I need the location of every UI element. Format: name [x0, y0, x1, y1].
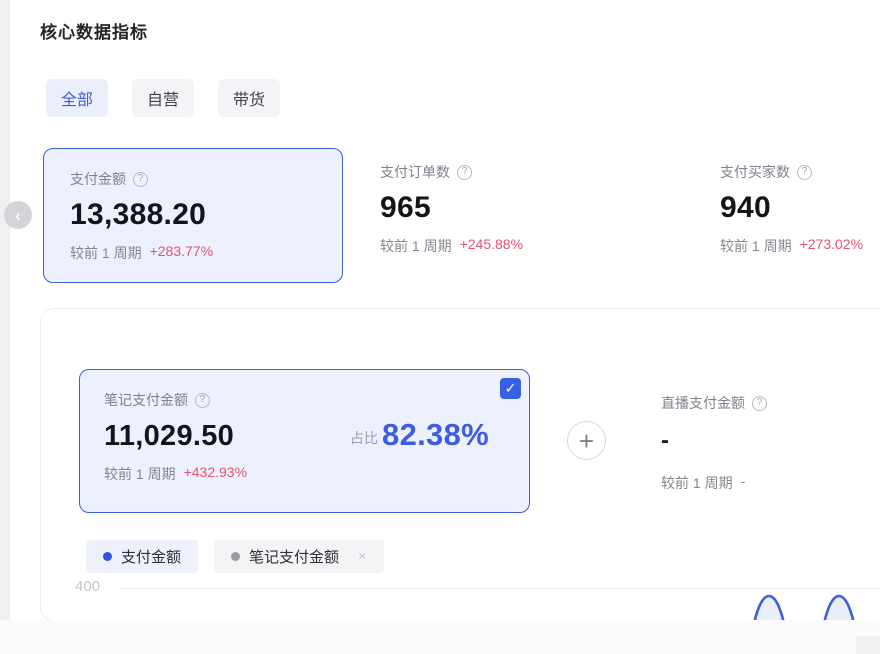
compare-label: 较前 1 周期 — [70, 243, 142, 263]
metric-compare-row: 较前 1 周期 +273.02% — [720, 236, 880, 256]
help-icon[interactable]: ? — [752, 396, 767, 411]
metric-value: 11,029.50 — [104, 420, 234, 453]
compare-label: 较前 1 周期 — [104, 464, 176, 484]
metric-card-note-payment[interactable]: ✓ 笔记支付金额 ? 11,029.50 占比 82.38% 较前 1 周期 +… — [79, 369, 530, 513]
metric-value: 940 — [720, 191, 880, 225]
metric-compare-row: 较前 1 周期 +283.77% — [70, 243, 316, 263]
metric-label: 支付金额 — [70, 169, 126, 189]
metric-label-row: 笔记支付金额 ? — [104, 390, 505, 410]
add-metric-button[interactable]: + — [567, 421, 606, 460]
metric-card-buyer-count[interactable]: 支付买家数 ? 940 较前 1 周期 +273.02% — [720, 162, 880, 256]
legend-chip-note-payment[interactable]: 笔记支付金额 × — [214, 540, 384, 573]
chevron-left-icon: ‹ — [15, 207, 21, 224]
help-icon[interactable]: ? — [457, 165, 472, 180]
compare-label: 较前 1 周期 — [720, 236, 792, 256]
ratio-value: 82.38% — [382, 417, 489, 453]
note-value-row: 11,029.50 占比 82.38% — [104, 417, 505, 453]
compare-label: 较前 1 周期 — [380, 236, 452, 256]
page-background-strip — [0, 0, 10, 620]
ratio-label: 占比 — [350, 428, 378, 453]
legend-label: 笔记支付金额 — [249, 546, 339, 567]
checkbox-checked[interactable]: ✓ — [500, 378, 521, 399]
chart-legend: 支付金额 笔记支付金额 × — [86, 540, 384, 573]
metric-compare-row: 较前 1 周期 +432.93% — [104, 464, 505, 484]
tab-all[interactable]: 全部 — [46, 79, 108, 117]
metric-label: 支付订单数 — [380, 162, 450, 182]
metric-compare-row: 较前 1 周期 +245.88% — [380, 236, 680, 256]
close-icon[interactable]: × — [358, 549, 367, 564]
legend-dot-gray — [231, 552, 240, 561]
legend-label: 支付金额 — [121, 546, 181, 567]
line-chart-clipped[interactable] — [711, 589, 880, 621]
scroll-corner-widget — [856, 636, 880, 654]
help-icon[interactable]: ? — [133, 172, 148, 187]
metric-label: 笔记支付金额 — [104, 390, 188, 410]
metric-label: 支付买家数 — [720, 162, 790, 182]
breakdown-panel: ✓ 笔记支付金额 ? 11,029.50 占比 82.38% 较前 1 周期 +… — [40, 308, 880, 621]
y-axis-tick-400: 400 — [75, 578, 100, 595]
legend-chip-payment-amount[interactable]: 支付金额 — [86, 540, 198, 573]
change-value: +273.02% — [800, 236, 863, 256]
tab-affiliate[interactable]: 带货 — [218, 79, 280, 117]
change-value: +283.77% — [150, 243, 213, 263]
metric-card-live-payment[interactable]: 直播支付金额 ? - 较前 1 周期 - — [661, 393, 880, 493]
metric-compare-row: 较前 1 周期 - — [661, 473, 880, 493]
plus-icon: + — [579, 428, 594, 454]
page-title: 核心数据指标 — [40, 18, 148, 43]
payment-line-series — [711, 589, 880, 621]
help-icon[interactable]: ? — [195, 393, 210, 408]
change-value: +245.88% — [460, 236, 523, 256]
metric-value: - — [661, 427, 880, 455]
page-bottom-strip — [0, 620, 880, 654]
metric-label: 直播支付金额 — [661, 393, 745, 413]
change-value: +432.93% — [184, 464, 247, 484]
change-value: - — [741, 473, 746, 493]
metric-card-order-count[interactable]: 支付订单数 ? 965 较前 1 周期 +245.88% — [380, 162, 680, 256]
scope-tabs: 全部 自营 带货 — [46, 79, 280, 117]
carousel-prev-button[interactable]: ‹ — [4, 201, 32, 229]
core-metrics-panel: 核心数据指标 全部 自营 带货 支付金额 ? 13,388.20 较前 1 周期… — [10, 0, 880, 620]
metric-label-row: 支付订单数 ? — [380, 162, 680, 182]
ratio-group: 占比 82.38% — [350, 417, 489, 453]
metric-label-row: 支付买家数 ? — [720, 162, 880, 182]
help-icon[interactable]: ? — [797, 165, 812, 180]
metric-label-row: 直播支付金额 ? — [661, 393, 880, 413]
metric-label-row: 支付金额 ? — [70, 169, 316, 189]
metric-value: 965 — [380, 191, 680, 225]
metric-card-payment-amount[interactable]: 支付金额 ? 13,388.20 较前 1 周期 +283.77% — [43, 148, 343, 283]
compare-label: 较前 1 周期 — [661, 473, 733, 493]
legend-dot-blue — [103, 552, 112, 561]
dashboard-screen: 核心数据指标 全部 自营 带货 支付金额 ? 13,388.20 较前 1 周期… — [0, 0, 880, 654]
metric-value: 13,388.20 — [70, 198, 316, 232]
tab-self-operated[interactable]: 自营 — [132, 79, 194, 117]
